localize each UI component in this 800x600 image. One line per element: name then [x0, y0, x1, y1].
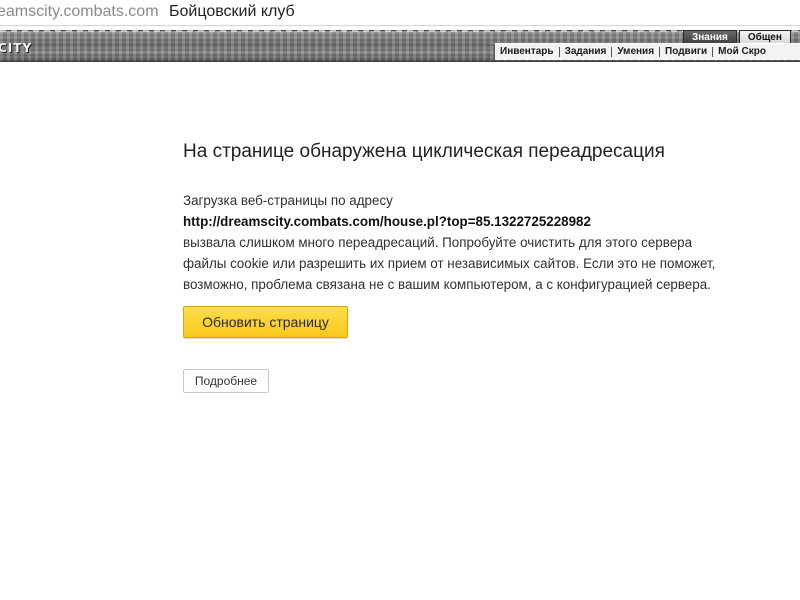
error-line-server: возможно, проблема связана не с вашим ко…	[183, 277, 711, 292]
game-logo: CITY	[0, 41, 33, 55]
menu-quests[interactable]: Задания	[560, 45, 612, 59]
error-line-explanation: вызвала слишком много переадресаций. Поп…	[183, 235, 693, 250]
game-menu: Инвентарь Задания Умения Подвиги Мой Скр…	[494, 43, 800, 60]
menu-inventory[interactable]: Инвентарь	[495, 45, 559, 59]
site-url: eamscity.combats.com	[0, 3, 159, 20]
error-url-line: http://dreamscity.combats.com/house.pl?t…	[183, 211, 783, 232]
game-header-bar: CITY Знания Общен Инвентарь Задания Умен…	[0, 26, 800, 63]
error-line-cookies: файлы cookie или разрешить их прием от н…	[183, 256, 716, 271]
window-title: Бойцовский клуб	[169, 3, 295, 20]
error-heading: На странице обнаружена циклическая переа…	[183, 141, 665, 162]
header-top-tabs: Знания Общен	[683, 30, 793, 44]
redirect-error-panel: На странице обнаружена циклическая переа…	[183, 140, 783, 393]
tab-communication[interactable]: Общен	[738, 30, 791, 44]
menu-my-hidden[interactable]: Мой Скро	[713, 45, 771, 59]
torn-edge-decoration	[0, 26, 800, 32]
menu-skills[interactable]: Умения	[612, 45, 659, 59]
error-line-intro: Загрузка веб-страницы по адресу	[183, 193, 393, 208]
error-url: http://dreamscity.combats.com/house.pl?t…	[183, 214, 591, 229]
error-message: Загрузка веб-страницы по адресу http://d…	[183, 190, 783, 295]
window-titlebar: eamscity.combats.com Бойцовский клуб	[0, 0, 800, 26]
details-button[interactable]: Подробнее	[183, 369, 269, 393]
menu-achievements[interactable]: Подвиги	[660, 45, 712, 59]
tab-knowledge[interactable]: Знания	[683, 30, 737, 44]
reload-page-button[interactable]: Обновить страницу	[183, 306, 348, 338]
